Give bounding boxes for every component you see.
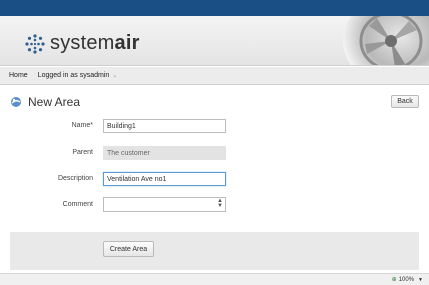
fan-image xyxy=(343,16,429,65)
description-label: Description xyxy=(57,175,93,182)
app-header: systemair xyxy=(0,16,429,66)
comment-label: Comment xyxy=(62,201,93,208)
chevron-down-icon: ▼ xyxy=(418,276,423,283)
page-title: New Area xyxy=(28,95,81,109)
logged-in-user-menu[interactable]: Logged in as sysadmin ⌄ xyxy=(38,72,118,79)
description-field-value: Ventilation Ave no1 xyxy=(107,175,167,183)
create-area-button[interactable]: Create Area xyxy=(103,241,154,257)
logo-text-bold: air xyxy=(114,32,140,54)
back-button[interactable]: Back xyxy=(391,95,419,108)
name-field-value: Building1 xyxy=(107,122,136,130)
zoom-control[interactable]: ⊕ 100% ▼ xyxy=(391,276,423,284)
logged-in-user-label: Logged in as sysadmin xyxy=(37,72,110,79)
comment-textarea[interactable]: ▲ ▼ xyxy=(103,197,226,212)
browser-status-bar: ⊕ 100% ▼ xyxy=(0,273,429,285)
systemair-logo-icon xyxy=(25,33,45,54)
chevron-down-icon: ⌄ xyxy=(112,73,118,79)
form-actions-panel xyxy=(10,232,419,270)
parent-field-value: The customer xyxy=(107,149,150,157)
page-title-row: New Area xyxy=(10,95,80,109)
name-field[interactable]: Building1 xyxy=(103,119,226,133)
textarea-scroll-arrows[interactable]: ▲ ▼ xyxy=(217,198,223,209)
top-accent-bar xyxy=(0,0,429,16)
name-label: Name* xyxy=(71,122,93,129)
zoom-icon: ⊕ xyxy=(391,277,397,283)
nav-bar: Home Logged in as sysadmin ⌄ xyxy=(0,67,429,85)
area-icon xyxy=(11,97,21,107)
zoom-level: 100% xyxy=(398,276,415,283)
nav-home-link[interactable]: Home xyxy=(9,72,28,79)
parent-field: The customer xyxy=(103,146,226,160)
systemair-logo: systemair xyxy=(24,32,140,55)
description-field[interactable]: Ventilation Ave no1 xyxy=(103,172,226,186)
logo-wordmark: systemair xyxy=(50,32,140,55)
parent-label: Parent xyxy=(72,149,93,156)
chevron-down-icon: ▼ xyxy=(217,203,223,209)
logo-text-light: system xyxy=(50,32,115,54)
